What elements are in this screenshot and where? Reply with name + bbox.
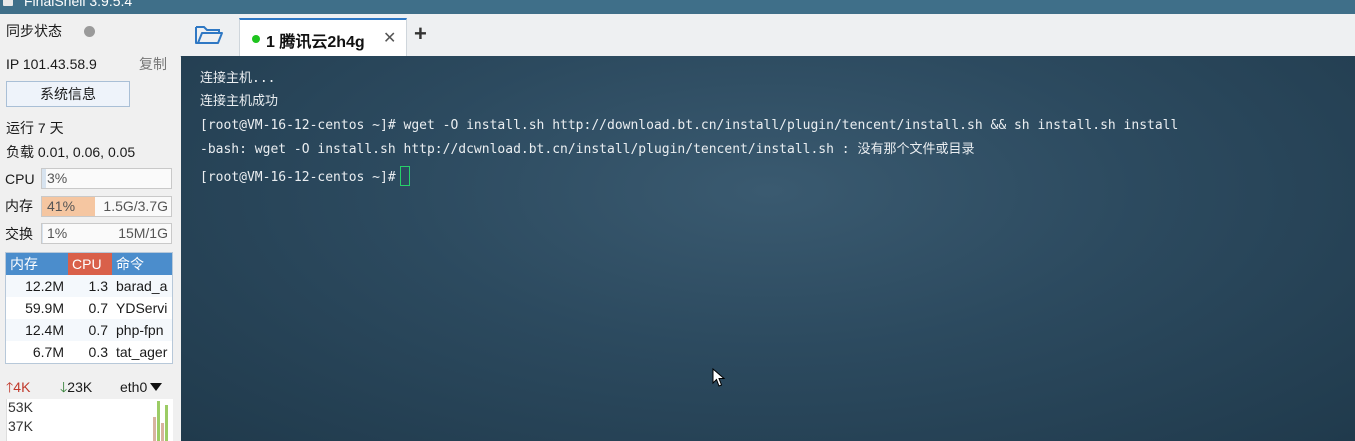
row-cpu: 0.7 <box>68 319 112 341</box>
sync-status-label: 同步状态 <box>6 23 62 39</box>
graph-bar <box>165 405 168 441</box>
mouse-cursor-icon <box>712 368 726 387</box>
row-cpu: 1.3 <box>68 275 112 297</box>
header-mem[interactable]: 内存 <box>5 252 68 275</box>
terminal-line: [root@VM-16-12-centos ~]# wget -O instal… <box>200 118 1179 133</box>
row-cmd: php-fpn <box>112 319 173 341</box>
process-table: 内存 CPU 命令 12.2M 1.3 barad_a 59.9M 0.7 YD… <box>5 252 173 364</box>
row-cpu: 0.3 <box>88 344 108 360</box>
terminal-cursor <box>399 166 410 186</box>
cpu-meter: 3% <box>41 168 172 189</box>
mem-amount: 1.5G/3.7G <box>103 198 168 214</box>
table-row[interactable]: 12.4M 0.7 php-fpn <box>5 319 173 341</box>
graph-label-bottom: 37K <box>8 418 33 434</box>
terminal-line: 连接主机... <box>200 71 276 86</box>
net-upload: 🡑4K <box>6 379 31 395</box>
swap-percent: 1% <box>47 225 68 241</box>
sync-status-icon <box>84 26 95 37</box>
terminal-prompt: [root@VM-16-12-centos ~]# <box>200 170 396 185</box>
swap-label: 交换 <box>5 226 33 242</box>
swap-meter-fill <box>42 224 44 243</box>
graph-bar <box>161 423 164 441</box>
cpu-percent: 3% <box>47 170 68 186</box>
header-cmd[interactable]: 命令 <box>112 252 173 275</box>
row-cmd: tat_ager <box>116 344 168 360</box>
cpu-meter-fill <box>42 169 46 188</box>
graph-bar <box>157 401 160 441</box>
terminal-prompt-line: [root@VM-16-12-centos ~]# <box>200 166 410 186</box>
table-row[interactable]: 6.7M 0.3 tat_ager <box>6 341 173 364</box>
close-icon[interactable]: ✕ <box>383 28 396 48</box>
row-mem: 12.4M <box>5 319 68 341</box>
terminal[interactable]: 连接主机... 连接主机成功 [root@VM-16-12-centos ~]#… <box>181 56 1355 441</box>
table-row[interactable]: 12.2M 1.3 barad_a <box>5 275 173 297</box>
row-mem: 12.2M <box>5 275 68 297</box>
uptime: 运行 7 天 <box>6 120 64 136</box>
row-mem: 59.9M <box>25 300 64 316</box>
net-download: 🡓23K <box>60 379 93 395</box>
folder-icon <box>195 26 223 44</box>
system-info-button[interactable]: 系统信息 <box>6 81 130 107</box>
connection-status-icon <box>252 35 260 43</box>
terminal-line: -bash: wget -O install.sh http://dcwnloa… <box>200 142 975 157</box>
add-tab-button[interactable]: + <box>414 21 427 47</box>
graph-label-top: 53K <box>8 399 33 415</box>
mem-label: 内存 <box>5 198 33 214</box>
header-cpu[interactable]: CPU <box>68 252 112 275</box>
tab-session-1[interactable]: 1 腾讯云2h4g ✕ <box>239 18 407 58</box>
row-cmd: barad_a <box>112 275 173 297</box>
ip-address: IP 101.43.58.9 <box>6 56 97 72</box>
graph-bar <box>153 417 156 441</box>
title-bar: FinalShell 3.9.5.4 <box>0 0 1355 14</box>
table-row[interactable]: 59.9M 0.7 YDServi <box>6 297 173 319</box>
swap-amount: 15M/1G <box>118 225 168 241</box>
net-interface-select[interactable]: eth0 <box>120 377 163 397</box>
copy-ip-button[interactable]: 复制 <box>139 54 167 74</box>
window-title: FinalShell 3.9.5.4 <box>24 0 133 9</box>
folder-open-button[interactable] <box>194 22 224 48</box>
cpu-label: CPU <box>5 171 35 187</box>
terminal-line: 连接主机成功 <box>200 94 279 109</box>
chevron-down-icon <box>150 383 163 391</box>
mem-meter: 41% 1.5G/3.7G <box>41 196 172 217</box>
row-cpu: 0.7 <box>88 300 108 316</box>
app-icon <box>3 0 13 6</box>
swap-meter: 1% 15M/1G <box>41 223 172 244</box>
mem-percent: 41% <box>47 198 76 214</box>
sidebar: 同步状态 IP 101.43.58.9 复制 系统信息 运行 7 天 负载 0.… <box>0 14 180 441</box>
row-mem: 6.7M <box>32 344 64 360</box>
tab-label: 1 腾讯云2h4g <box>266 34 365 51</box>
load-average: 负载 0.01, 0.06, 0.05 <box>6 144 136 160</box>
row-cmd: YDServi <box>116 300 168 316</box>
